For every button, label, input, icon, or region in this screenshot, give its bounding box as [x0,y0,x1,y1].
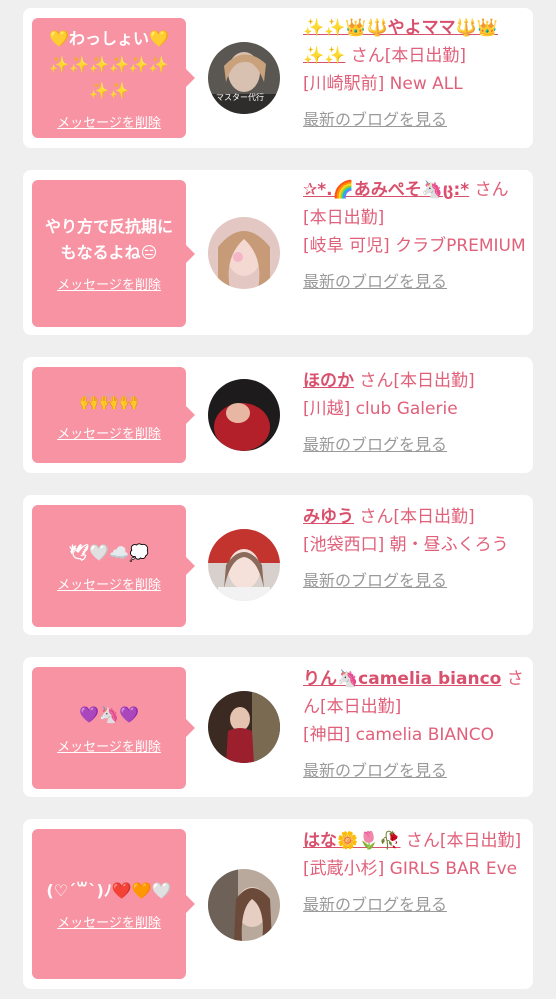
shop-label: [川崎駅前] New ALL [303,74,463,94]
member-name-link[interactable]: ✰*.🌈あみぺそ🦄ც:* [303,180,469,200]
member-name-link[interactable]: みゆう [303,507,354,527]
member-status: さん[本日出勤] [405,831,522,851]
message-text: (♡ˊ꒳ˋ)ﾉ❤️🧡🤍 [46,880,172,900]
message-text: 💜🦄💜 [79,704,139,724]
member-info: はな🌼🌷🥀 さん[本日出勤] [武蔵小杉] GIRLS BAR Eve 最新のブ… [303,827,528,919]
member-status: さん[本日出勤] [359,371,475,391]
message-list: 💛わっしょい💛✨✨✨✨✨✨✨✨ メッセージを削除 マスター代行 ✨✨👑🔱やよママ… [0,0,556,999]
member-name-link[interactable]: りん🦄camelia bianco [303,669,501,689]
shop-label: [神田] camelia BIANCO [303,725,494,745]
delete-message-link[interactable]: メッセージを削除 [57,736,161,755]
member-status: さん[本日出勤] [350,46,467,66]
member-info: ✰*.🌈あみぺそ🦄ც:* さん[本日出勤] [岐阜 可児] クラブPREMIUM… [303,176,528,296]
member-name-link[interactable]: はな🌼🌷🥀 [303,831,401,851]
list-item: (♡ˊ꒳ˋ)ﾉ❤️🧡🤍 メッセージを削除 はな🌼🌷🥀 さん[本日出勤] [武蔵小… [23,819,533,989]
list-item: 💛わっしょい💛✨✨✨✨✨✨✨✨ メッセージを削除 マスター代行 ✨✨👑🔱やよママ… [23,8,533,148]
message-text: 🕊🤍☁️💭 [68,542,150,562]
member-info: ✨✨👑🔱やよママ🔱👑✨✨ さん[本日出勤] [川崎駅前] New ALL 最新の… [303,14,528,134]
avatar[interactable] [208,217,280,289]
message-bubble: 🙌🙌🙌 メッセージを削除 [32,367,195,463]
delete-message-link[interactable]: メッセージを削除 [57,574,161,593]
delete-message-link[interactable]: メッセージを削除 [57,274,161,293]
shop-label: [川越] club Galerie [303,399,458,419]
avatar[interactable] [208,691,280,763]
message-bubble: 💛わっしょい💛✨✨✨✨✨✨✨✨ メッセージを削除 [32,18,195,138]
member-info: りん🦄camelia bianco さん[本日出勤] [神田] camelia … [303,665,528,785]
shop-label: [武蔵小杉] GIRLS BAR Eve [303,859,518,879]
message-bubble: (♡ˊ꒳ˋ)ﾉ❤️🧡🤍 メッセージを削除 [32,829,195,979]
member-status: さん[本日出勤] [359,507,475,527]
message-text: 🙌🙌🙌 [79,391,139,411]
member-info: みゆう さん[本日出勤] [池袋西口] 朝・昼ふくろう 最新のブログを見る [303,503,528,595]
shop-label: [池袋西口] 朝・昼ふくろう [303,535,509,555]
member-name-link[interactable]: ほのか [303,371,354,391]
latest-blog-link[interactable]: 最新のブログを見る [303,891,447,919]
avatar[interactable] [208,869,280,941]
message-text: やり方で反抗期にもなるよね😑 [44,217,173,262]
message-bubble: やり方で反抗期にもなるよね😑 メッセージを削除 [32,180,195,327]
message-bubble: 💜🦄💜 メッセージを削除 [32,667,195,789]
message-text: 💛わっしょい💛✨✨✨✨✨✨✨✨ [49,28,169,100]
shop-label: [岐阜 可児] クラブPREMIUM [303,236,526,256]
list-item: 💜🦄💜 メッセージを削除 りん🦄camelia bianco さん[本日出勤] … [23,657,533,797]
latest-blog-link[interactable]: 最新のブログを見る [303,268,447,296]
avatar[interactable] [208,529,280,601]
avatar[interactable] [208,379,280,451]
latest-blog-link[interactable]: 最新のブログを見る [303,757,447,785]
latest-blog-link[interactable]: 最新のブログを見る [303,431,447,459]
latest-blog-link[interactable]: 最新のブログを見る [303,567,447,595]
list-item: やり方で反抗期にもなるよね😑 メッセージを削除 ✰*.🌈あみぺそ🦄ც:* さん[… [23,170,533,335]
avatar-caption: マスター代行 [216,93,264,102]
list-item: 🙌🙌🙌 メッセージを削除 ほのか さん[本日出勤] [川越] club Gale… [23,357,533,473]
avatar[interactable]: マスター代行 [208,42,280,114]
message-bubble: 🕊🤍☁️💭 メッセージを削除 [32,505,195,627]
member-info: ほのか さん[本日出勤] [川越] club Galerie 最新のブログを見る [303,367,528,459]
delete-message-link[interactable]: メッセージを削除 [57,112,161,131]
delete-message-link[interactable]: メッセージを削除 [57,423,161,442]
list-item: 🕊🤍☁️💭 メッセージを削除 みゆう さん[本日出勤] [池袋西口] 朝・昼ふく… [23,495,533,635]
delete-message-link[interactable]: メッセージを削除 [57,912,161,931]
latest-blog-link[interactable]: 最新のブログを見る [303,106,447,134]
